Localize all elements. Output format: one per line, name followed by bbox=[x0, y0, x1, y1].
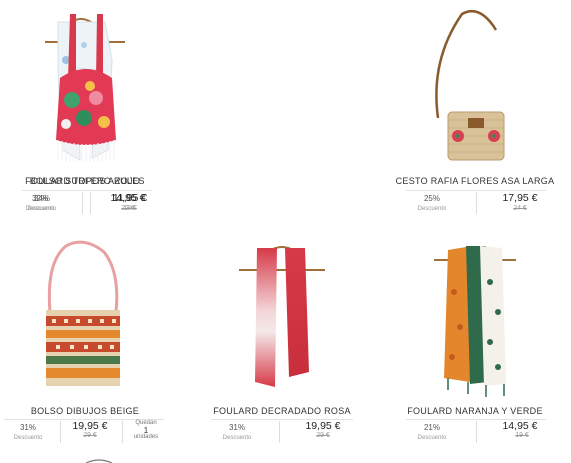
old-price: 22 € bbox=[121, 205, 135, 212]
discount-percent: 31% bbox=[19, 423, 36, 432]
next-row-hanger-icon bbox=[84, 459, 114, 463]
discount-label: Descuento bbox=[417, 206, 447, 212]
product-name[interactable]: CESTO RAFIA FLORES ASA LARGA bbox=[390, 176, 560, 186]
product-name[interactable]: BOLSO SURFERO ROJO bbox=[0, 176, 170, 186]
product-image-foulard-naranja-verde[interactable] bbox=[390, 232, 560, 397]
discount-label: Descuento bbox=[13, 435, 43, 441]
price: 17,95 € bbox=[502, 192, 538, 204]
discount-percent: 32% bbox=[31, 194, 48, 203]
product-card[interactable]: BOLSO DIBUJOS BEIGE 31% Descuento 19,95 … bbox=[0, 232, 170, 462]
stock-indicator: Quedan 1 unidades bbox=[128, 420, 164, 441]
discount-label: Descuento bbox=[222, 435, 252, 441]
product-image-cesto-rafia-flores[interactable] bbox=[390, 0, 560, 161]
divider bbox=[122, 421, 123, 443]
stock-number: 1 bbox=[143, 426, 149, 435]
stock-bottom-label: unidades bbox=[133, 434, 159, 440]
product-name[interactable]: FOULARD DECRADADO ROSA bbox=[197, 406, 367, 416]
product-name[interactable]: FOULARD NARANJA Y VERDE bbox=[390, 406, 560, 416]
discount-label: Descuento bbox=[417, 435, 447, 441]
divider bbox=[60, 421, 61, 443]
price: 14,95 € bbox=[110, 192, 146, 204]
old-price: 19 € bbox=[515, 432, 529, 439]
product-image-bolso-surfero-rojo[interactable] bbox=[0, 0, 170, 162]
separator bbox=[406, 190, 546, 191]
price: 14,95 € bbox=[502, 420, 538, 432]
discount-percent: 31% bbox=[228, 423, 245, 432]
divider bbox=[82, 192, 83, 214]
discount-percent: 25% bbox=[423, 194, 440, 203]
old-price: 24 € bbox=[513, 205, 527, 212]
product-image-bolso-dibujos-beige[interactable] bbox=[0, 232, 170, 392]
divider bbox=[90, 192, 91, 214]
price: 19,95 € bbox=[72, 420, 108, 432]
product-card[interactable]: FOULARD NARANJA Y VERDE 21% Descuento 14… bbox=[390, 232, 560, 462]
old-price: 29 € bbox=[316, 432, 330, 439]
product-name[interactable]: BOLSO DIBUJOS BEIGE bbox=[0, 406, 170, 416]
discount-label: Descuento bbox=[25, 206, 55, 212]
product-card[interactable]: CESTO RAFIA FLORES ASA LARGA 25% Descuen… bbox=[390, 0, 560, 230]
discount-percent: 21% bbox=[423, 423, 440, 432]
product-card[interactable]: FOULARD DECRADADO ROSA 31% Descuento 19,… bbox=[197, 232, 367, 462]
price: 19,95 € bbox=[305, 420, 341, 432]
separator bbox=[22, 190, 152, 191]
divider bbox=[279, 421, 280, 443]
divider bbox=[476, 192, 477, 214]
old-price: 29 € bbox=[83, 432, 97, 439]
divider bbox=[476, 421, 477, 443]
product-image-foulard-degradado-rosa[interactable] bbox=[197, 232, 367, 392]
